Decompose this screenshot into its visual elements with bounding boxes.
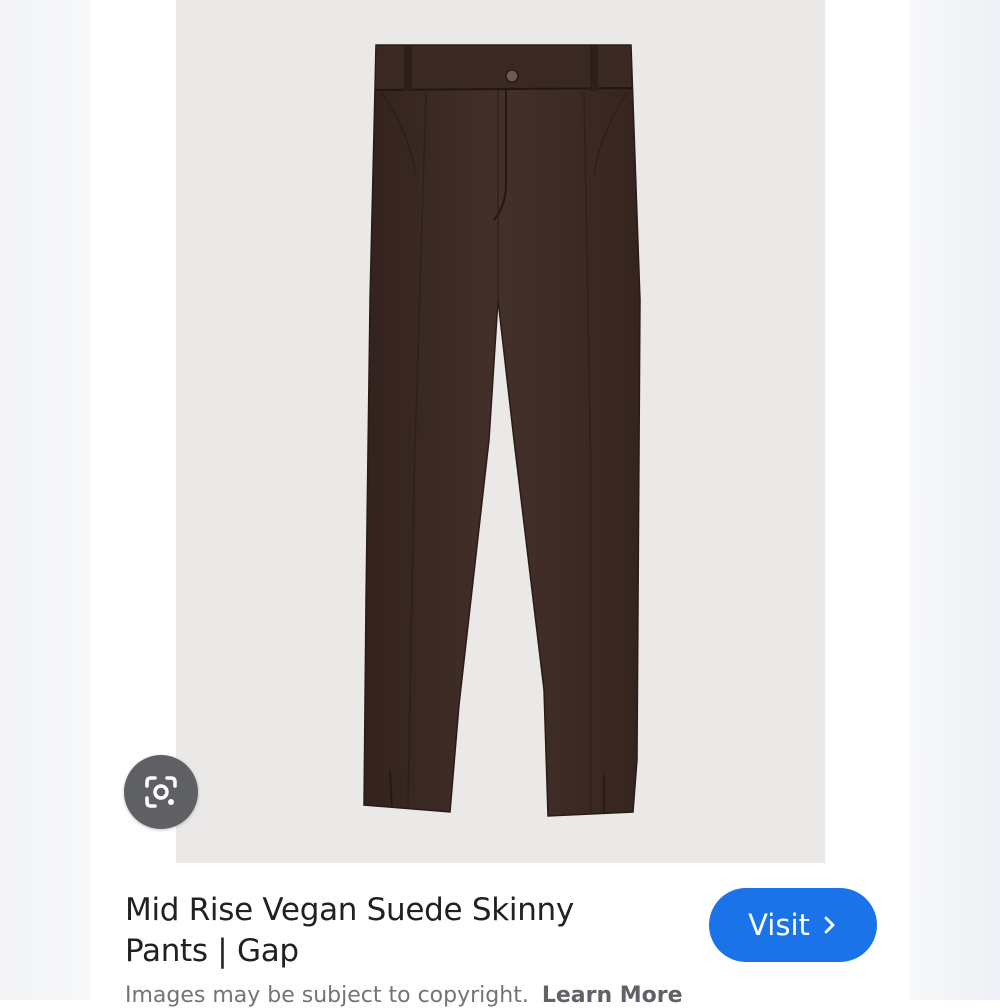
result-title[interactable]: Mid Rise Vegan Suede Skinny Pants | Gap	[125, 890, 645, 972]
google-lens-icon	[145, 776, 177, 808]
google-lens-button[interactable]	[124, 755, 198, 829]
copyright-text: Images may be subject to copyright.	[125, 983, 529, 1008]
visit-button[interactable]: Visit	[709, 888, 877, 962]
result-title-line2: Pants | Gap	[125, 933, 299, 969]
visit-label: Visit	[748, 908, 810, 942]
chevron-right-icon	[824, 916, 835, 934]
pants-illustration	[363, 44, 641, 817]
left-margin	[0, 0, 90, 1000]
right-margin	[910, 0, 1000, 1000]
learn-more-link[interactable]: Learn More	[542, 983, 683, 1008]
copyright-notice: Images may be subject to copyright. Lear…	[125, 983, 683, 1008]
product-image[interactable]	[176, 0, 825, 863]
result-title-line1: Mid Rise Vegan Suede Skinny	[125, 892, 574, 928]
result-info-panel: Mid Rise Vegan Suede Skinny Pants | Gap …	[90, 863, 910, 1008]
